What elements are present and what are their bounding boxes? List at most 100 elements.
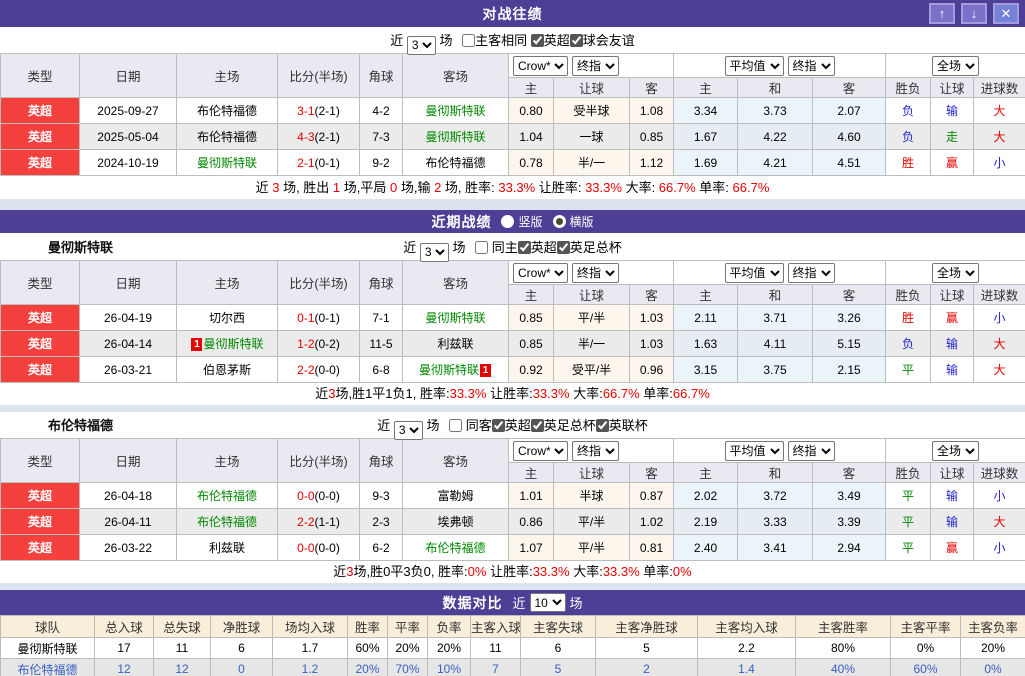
near-label: 近 [512,596,526,611]
sub-goals: 进球数 [973,77,1025,98]
table-cell: 赢 [930,149,975,176]
fa-cup-checkbox[interactable] [530,419,544,432]
table-cell: 26-04-19 [79,304,177,331]
cell-text: 6-2 [372,540,390,555]
recent-title: 近期战绩 [431,213,492,230]
table-cell: 4.21 [737,149,814,176]
horizontal-layout-radio[interactable] [552,215,566,228]
scope-select[interactable]: 全场 [932,262,980,283]
cell-text: 英超 [27,311,52,325]
cell-text: 英超 [27,489,52,503]
h2h-checkbox-friendly[interactable]: 球会友谊 [569,33,635,48]
cell-text: 半球 [579,489,604,503]
table-cell: 4-2 [359,97,403,124]
table-cell: 2-2(1-1) [277,508,360,535]
table-cell: 英超 [0,482,80,509]
odds-time-select[interactable]: 终指 [572,440,619,461]
cell-text: 2025-05-04 [97,129,159,144]
odds-company-select[interactable]: Crow* [513,55,568,76]
compare-recent-count-select[interactable]: 10 [529,593,566,612]
cell-text: (0-0) [314,540,340,555]
cell-text: 利兹联 [208,541,245,555]
epl-checkbox[interactable] [530,34,544,47]
fa-cup-checkbox[interactable] [556,241,570,254]
cell-text: 0.92 [519,362,543,377]
brentford-checkbox-epl[interactable]: 英超 [491,418,531,433]
cell-text: 胜 [902,311,915,325]
cell-text: 40% [830,662,856,676]
vertical-layout-radio[interactable] [501,215,515,228]
sub-avg-away: 客 [812,77,887,98]
h2h-checkbox-same[interactable]: 主客相同 [462,33,527,48]
table-cell: 0.85 [628,123,675,150]
cell-text: 4.11 [763,336,787,351]
average-select[interactable]: 平均值 [724,55,784,76]
cell-text: 半/一 [577,156,606,170]
manu-checkbox-facup[interactable]: 英足总杯 [556,240,622,255]
h2h-recent-count-select[interactable]: 3 [406,35,436,55]
cell-text: 0.78 [519,155,543,170]
average-time-select[interactable]: 终指 [787,440,835,461]
summary-segment: 33.3% [498,180,536,195]
table-cell: 1.01 [508,482,554,509]
col-away: 客场 [402,53,509,98]
cell-text: 1.4 [738,662,755,676]
average-time-select[interactable]: 终指 [787,55,835,76]
cmp-col-ha-win-rate: 主客胜率 [795,615,891,638]
table-cell: 赢 [930,534,975,561]
brentford-checkbox-sameaway[interactable]: 同客 [449,418,492,433]
scope-select[interactable]: 全场 [932,440,980,461]
scope-select[interactable]: 全场 [932,55,980,76]
table-cell: 大 [973,508,1025,535]
manu-checkbox-samehome[interactable]: 同主 [475,240,518,255]
epl-checkbox[interactable] [517,241,531,254]
table-cell: 11-5 [359,330,403,357]
efl-cup-checkbox[interactable] [595,419,609,432]
brentford-checkbox-eflcup[interactable]: 英联杯 [595,418,648,433]
table-cell: 小 [973,304,1025,331]
cell-text: (2-1) [314,129,340,144]
cell-text: 输 [946,337,959,351]
cell-text: 1.02 [639,514,664,529]
brentford-checkbox-facup[interactable]: 英足总杯 [530,418,596,433]
manu-recent-count-select[interactable]: 3 [419,242,449,262]
odds-company-select[interactable]: Crow* [513,440,568,461]
near-label: 近 [390,33,404,48]
table-cell: 英超 [0,330,80,357]
h2h-checkbox-epl[interactable]: 英超 [530,33,570,48]
table-cell: 2.07 [812,97,887,124]
table-cell: 胜 [885,149,932,176]
cell-text: 英超 [27,337,52,351]
odds-time-select[interactable]: 终指 [572,262,619,283]
average-select[interactable]: 平均值 [724,262,784,283]
same-home-away-checkbox[interactable] [462,34,476,47]
same-away-checkbox[interactable] [449,419,463,432]
manu-checkbox-epl[interactable]: 英超 [517,240,557,255]
average-select[interactable]: 平均值 [724,440,784,461]
odds-company-select[interactable]: Crow* [513,262,568,283]
cell-text: 2-3 [372,514,390,529]
epl-checkbox[interactable] [491,419,505,432]
table-cell: 11 [470,637,521,659]
sub-avg-home: 主 [673,462,739,483]
table-row: 英超 26-04-14 1 曼彻斯特联 1-2(0-2) 11-5 利兹联 0.85 半/一 1.… [0,330,1025,357]
same-home-checkbox[interactable] [475,241,489,254]
move-down-icon[interactable]: ↓ [961,3,987,24]
summary-segment: 大率: [569,564,603,579]
table-cell: 曼彻斯特联 [402,304,509,331]
friendly-checkbox[interactable] [569,34,583,47]
average-time-select[interactable]: 终指 [787,262,835,283]
table-cell: 半球 [553,482,630,509]
cell-text: 2 [643,662,650,676]
cell-text: 17 [117,641,131,655]
close-icon[interactable]: ✕ [993,3,1019,24]
table-cell: 80% [795,637,891,659]
cell-text: 平 [902,515,915,529]
move-up-icon[interactable]: ↑ [929,3,955,24]
brentford-recent-count-select[interactable]: 3 [393,420,423,440]
table-cell: 1.67 [673,123,739,150]
cell-text: 小 [993,156,1006,170]
odds-time-select[interactable]: 终指 [572,55,619,76]
cell-text: (1-1) [314,514,340,529]
summary-segment: 场, 胜出 [279,180,333,195]
